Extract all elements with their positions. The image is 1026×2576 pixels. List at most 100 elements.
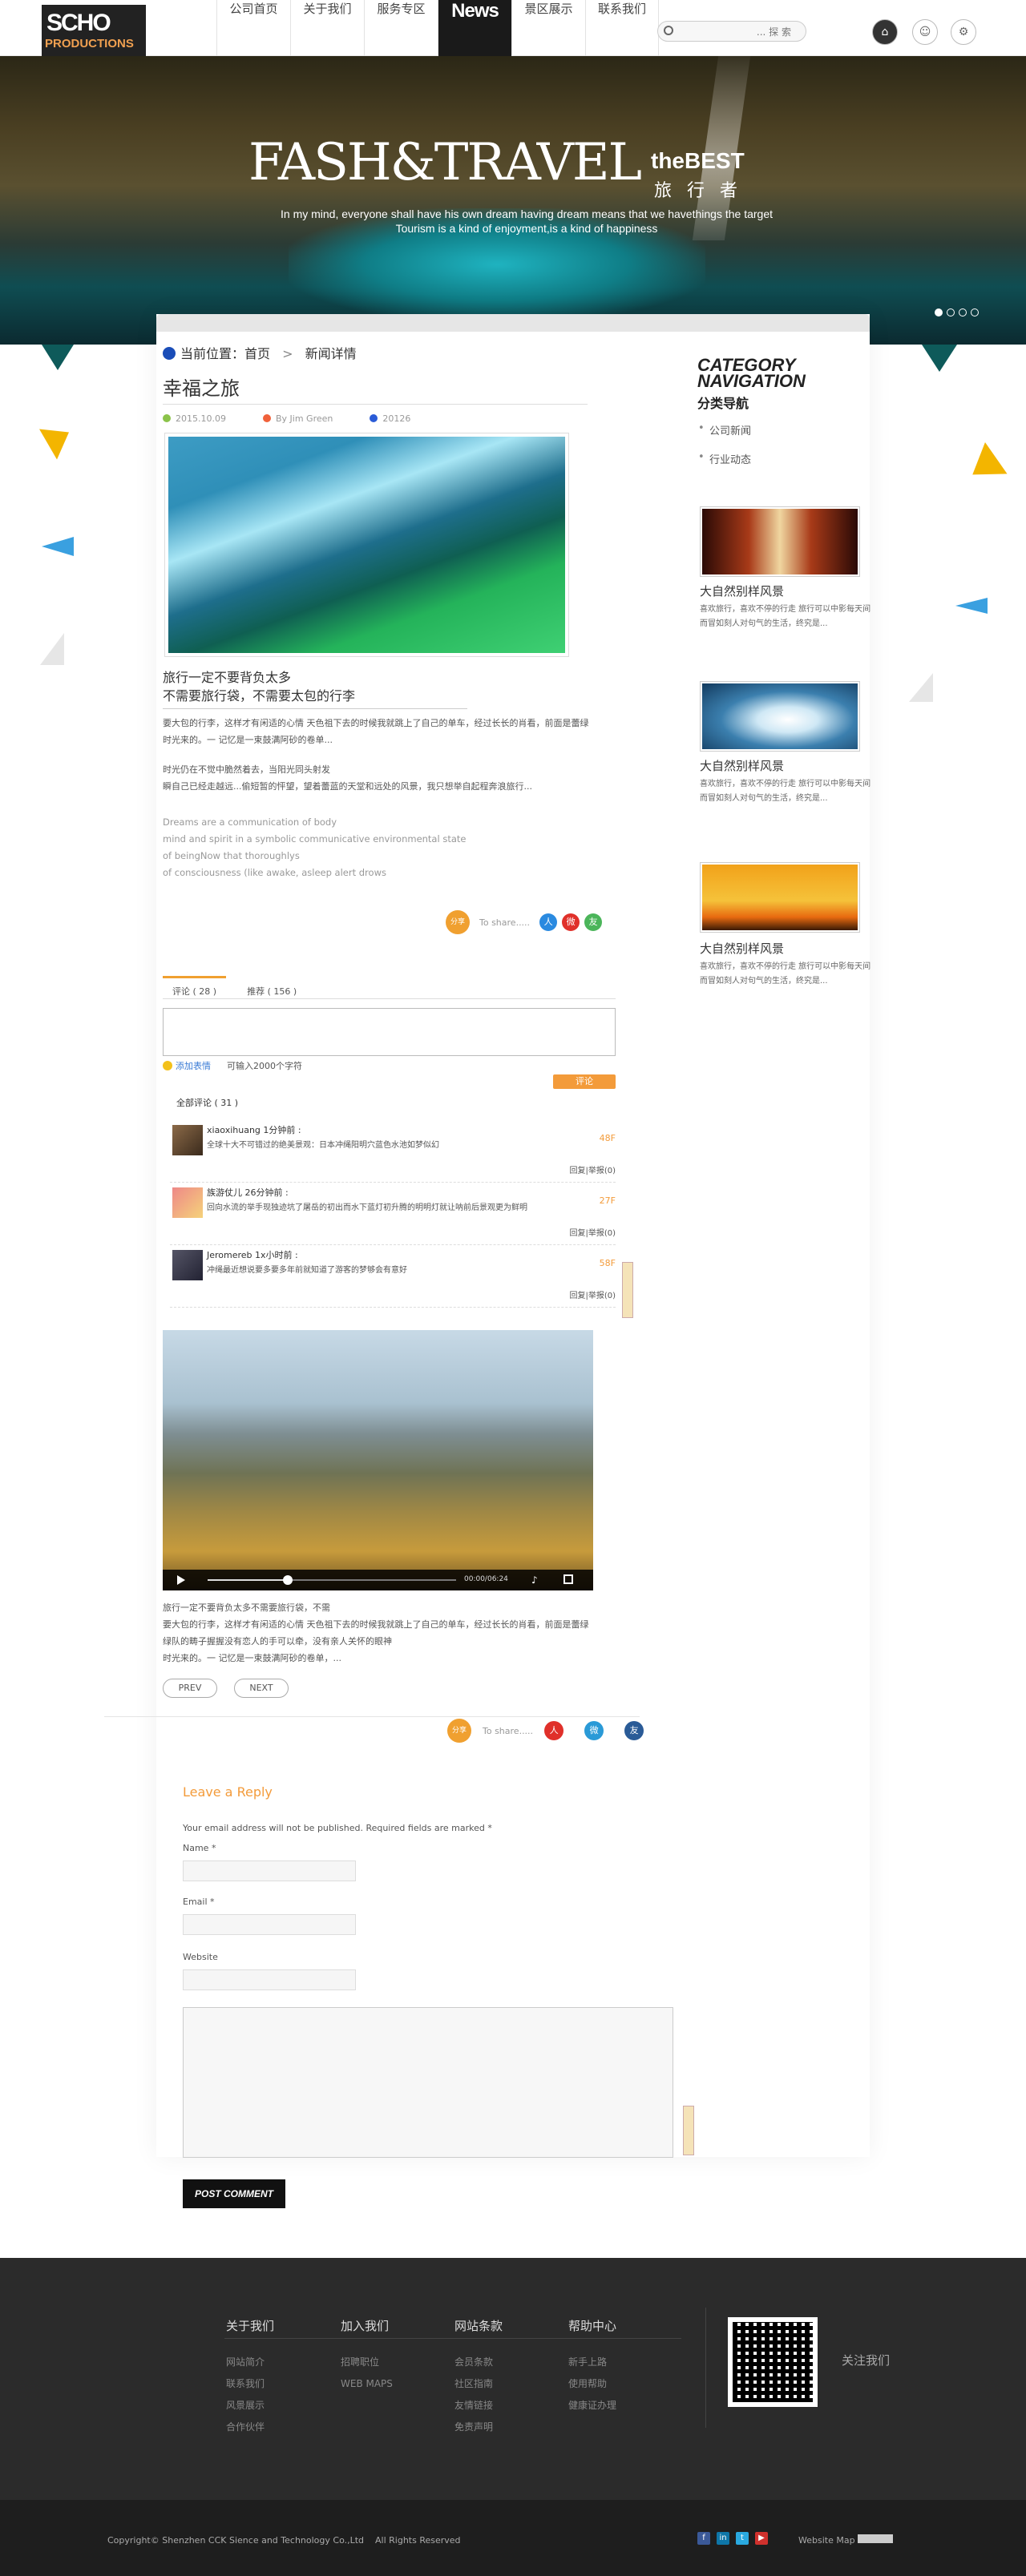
footer-link[interactable]: WEB MAPS bbox=[341, 2373, 393, 2395]
user-icon[interactable]: ☺ bbox=[912, 19, 938, 45]
home-icon[interactable] bbox=[163, 347, 176, 360]
avatar[interactable] bbox=[172, 1250, 203, 1280]
youtube-icon[interactable]: ▶ bbox=[755, 2532, 768, 2545]
follow-us-label: 关注我们 bbox=[842, 2353, 891, 2368]
en-line4: of consciousness (like awake, asleep ale… bbox=[163, 867, 386, 878]
footer-link[interactable]: 友情链接 bbox=[454, 2395, 503, 2417]
article-english: Dreams are a communication of body mind … bbox=[163, 814, 466, 881]
share-button[interactable]: 分享 bbox=[447, 1719, 471, 1743]
share-label: To share..... bbox=[479, 917, 531, 928]
breadcrumb-prefix[interactable]: 当前位置：首页 bbox=[180, 346, 270, 361]
footer-link[interactable]: 招聘职位 bbox=[341, 2352, 393, 2373]
video-player[interactable]: 00:00/06:24 ♪ bbox=[163, 1330, 593, 1590]
twitter-icon[interactable]: t bbox=[736, 2532, 749, 2545]
sidebar-thumb[interactable] bbox=[700, 681, 860, 752]
comment-textarea[interactable] bbox=[163, 1008, 616, 1056]
nav-about[interactable]: 关于我们 bbox=[290, 0, 364, 56]
website-field[interactable] bbox=[183, 1969, 356, 1990]
footer-link[interactable]: 社区指南 bbox=[454, 2373, 503, 2395]
tab-divider bbox=[163, 998, 616, 999]
linkedin-icon[interactable]: in bbox=[717, 2532, 729, 2545]
category-nav-header: CATEGORY NAVIGATION 分类导航 bbox=[697, 357, 806, 412]
sidebar-item-title[interactable]: 大自然别样风景 bbox=[700, 583, 784, 599]
comment-reply-link[interactable]: 回复|举报(0) bbox=[569, 1163, 616, 1175]
sidebar-thumb[interactable] bbox=[700, 506, 860, 577]
email-field[interactable] bbox=[183, 1914, 356, 1935]
slider-dot[interactable] bbox=[959, 308, 967, 316]
vd-line4: 时光来的。一 记忆是一束鼓满阿砂的卷单，... bbox=[163, 1653, 341, 1663]
weibo-share-icon[interactable]: 微 bbox=[562, 913, 580, 931]
footer-link[interactable]: 联系我们 bbox=[226, 2373, 274, 2395]
hero-title: FASH&TRAVEL bbox=[248, 133, 642, 192]
comment-row: xiaoxihuang 1分钟前 : 全球十大不可错过的绝美景观：日本冲绳阳明穴… bbox=[170, 1120, 616, 1183]
qq-share-icon[interactable]: 人 bbox=[539, 913, 558, 931]
comment-reply-link[interactable]: 回复|举报(0) bbox=[569, 1226, 616, 1238]
settings-icon[interactable]: ⚙ bbox=[951, 19, 976, 45]
scroll-tab[interactable] bbox=[683, 2106, 694, 2155]
scroll-tab[interactable] bbox=[622, 1262, 633, 1318]
avatar[interactable] bbox=[172, 1187, 203, 1218]
website-map-link[interactable]: Website Map bbox=[798, 2535, 855, 2546]
share-button[interactable]: 分享 bbox=[446, 910, 470, 934]
friends-share-icon[interactable]: 友 bbox=[624, 1721, 644, 1740]
home-icon[interactable]: ⌂ bbox=[872, 19, 898, 45]
nav-services[interactable]: 服务专区 bbox=[364, 0, 438, 56]
category-cn: 分类导航 bbox=[697, 396, 749, 411]
nav-news[interactable]: News bbox=[438, 0, 511, 56]
slider-dot[interactable] bbox=[971, 308, 979, 316]
fullscreen-icon[interactable] bbox=[563, 1574, 573, 1584]
comment-submit-button[interactable]: 评论 bbox=[553, 1074, 616, 1089]
weibo-share-icon[interactable]: 微 bbox=[584, 1721, 604, 1740]
panel-top-bar bbox=[156, 314, 870, 332]
name-field[interactable] bbox=[183, 1860, 356, 1881]
search-input[interactable]: ... 探 索 bbox=[657, 21, 806, 42]
map-badge bbox=[858, 2534, 893, 2543]
emoji-link[interactable]: 添加表情 bbox=[176, 1061, 211, 1071]
footer-link[interactable]: 使用帮助 bbox=[568, 2373, 616, 2395]
avatar[interactable] bbox=[172, 1125, 203, 1155]
nav-contact[interactable]: 联系我们 bbox=[585, 0, 659, 56]
sidebar-item-title[interactable]: 大自然别样风景 bbox=[700, 757, 784, 774]
sidebar-item-title[interactable]: 大自然别样风景 bbox=[700, 940, 784, 957]
footer-link[interactable]: 风景展示 bbox=[226, 2395, 274, 2417]
play-icon[interactable] bbox=[177, 1575, 185, 1585]
slider-dot[interactable] bbox=[947, 308, 955, 316]
nav-scenic[interactable]: 景区展示 bbox=[511, 0, 585, 56]
tab-comments[interactable]: 评论 ( 28 ) bbox=[163, 976, 227, 998]
post-comment-button[interactable]: POST COMMENT bbox=[183, 2179, 285, 2208]
comment-author[interactable]: 族游仗儿 26分钟前 : bbox=[207, 1186, 289, 1199]
prev-button[interactable]: PREV bbox=[163, 1679, 217, 1698]
qq-share-icon[interactable]: 人 bbox=[544, 1721, 564, 1740]
footer-link[interactable]: 会员条款 bbox=[454, 2352, 503, 2373]
friends-share-icon[interactable]: 友 bbox=[584, 913, 603, 931]
sidebar-link-company-news[interactable]: 公司新闻 bbox=[698, 422, 751, 437]
footer-link[interactable]: 免责声明 bbox=[454, 2417, 503, 2438]
comment-reply-link[interactable]: 回复|举报(0) bbox=[569, 1288, 616, 1300]
seek-handle[interactable] bbox=[283, 1575, 293, 1585]
footer-link[interactable]: 新手上路 bbox=[568, 2352, 616, 2373]
slider-dot[interactable] bbox=[935, 308, 943, 316]
lead-divider bbox=[163, 708, 467, 709]
tab-recommend[interactable]: 推荐 ( 156 ) bbox=[247, 976, 297, 998]
hero-subtitle: In my mind, everyone shall have his own … bbox=[250, 207, 803, 236]
sidebar-thumb[interactable] bbox=[700, 862, 860, 933]
nav-home[interactable]: 公司首页 bbox=[216, 0, 290, 56]
share-bar: 分享 To share..... 人 微 友 bbox=[446, 910, 603, 934]
footer-link[interactable]: 合作伙伴 bbox=[226, 2417, 274, 2438]
sidebar-link-industry[interactable]: 行业动态 bbox=[698, 451, 751, 466]
comment-floor: 58F bbox=[599, 1258, 616, 1268]
footer-link[interactable]: 健康证办理 bbox=[568, 2395, 616, 2417]
video-time: 00:00/06:24 bbox=[464, 1575, 508, 1583]
facebook-icon[interactable]: f bbox=[697, 2532, 710, 2545]
next-button[interactable]: NEXT bbox=[234, 1679, 289, 1698]
footer-link[interactable]: 网站简介 bbox=[226, 2352, 274, 2373]
comment-author[interactable]: Jeromereb 1x小时前 : bbox=[207, 1248, 298, 1261]
emoji-icon[interactable] bbox=[163, 1061, 172, 1070]
views-icon bbox=[370, 414, 378, 422]
reply-textarea[interactable] bbox=[183, 2007, 673, 2158]
decor-triangle bbox=[909, 673, 933, 702]
logo-top-text: SCHO bbox=[46, 10, 111, 36]
volume-icon[interactable]: ♪ bbox=[531, 1574, 538, 1586]
logo[interactable]: SCHO PRODUCTIONS bbox=[42, 5, 146, 56]
comment-author[interactable]: xiaoxihuang 1分钟前 : bbox=[207, 1123, 301, 1136]
